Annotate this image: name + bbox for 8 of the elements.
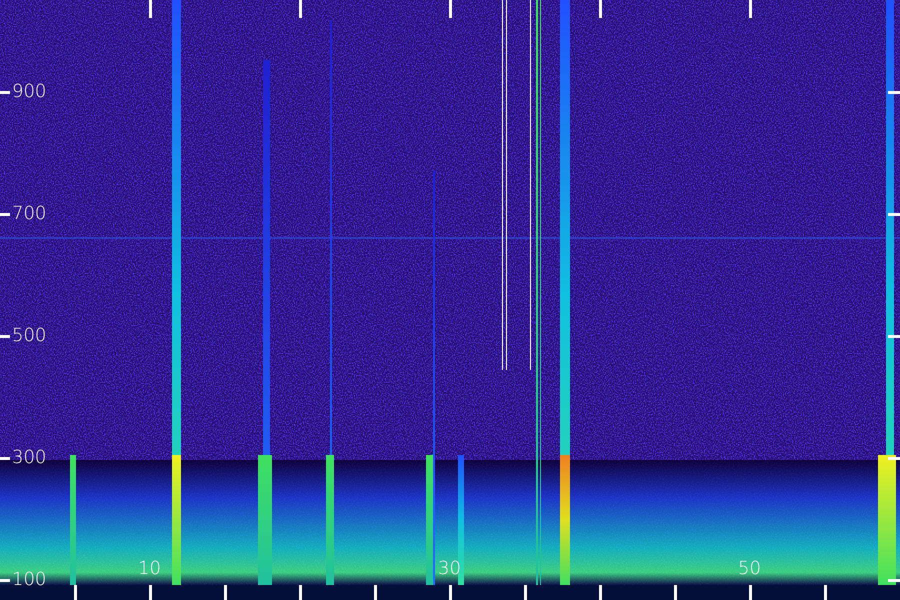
y-tick-label: 900 [12, 81, 46, 103]
y-tick-label: 100 [12, 569, 46, 591]
y-tick-label: 300 [12, 447, 46, 469]
y-tick-label: 500 [12, 325, 46, 347]
x-tick-label: 30 [438, 558, 461, 580]
x-tick-label: 10 [138, 558, 161, 580]
y-tick-label: 700 [12, 203, 46, 225]
x-tick-label: 50 [738, 558, 761, 580]
